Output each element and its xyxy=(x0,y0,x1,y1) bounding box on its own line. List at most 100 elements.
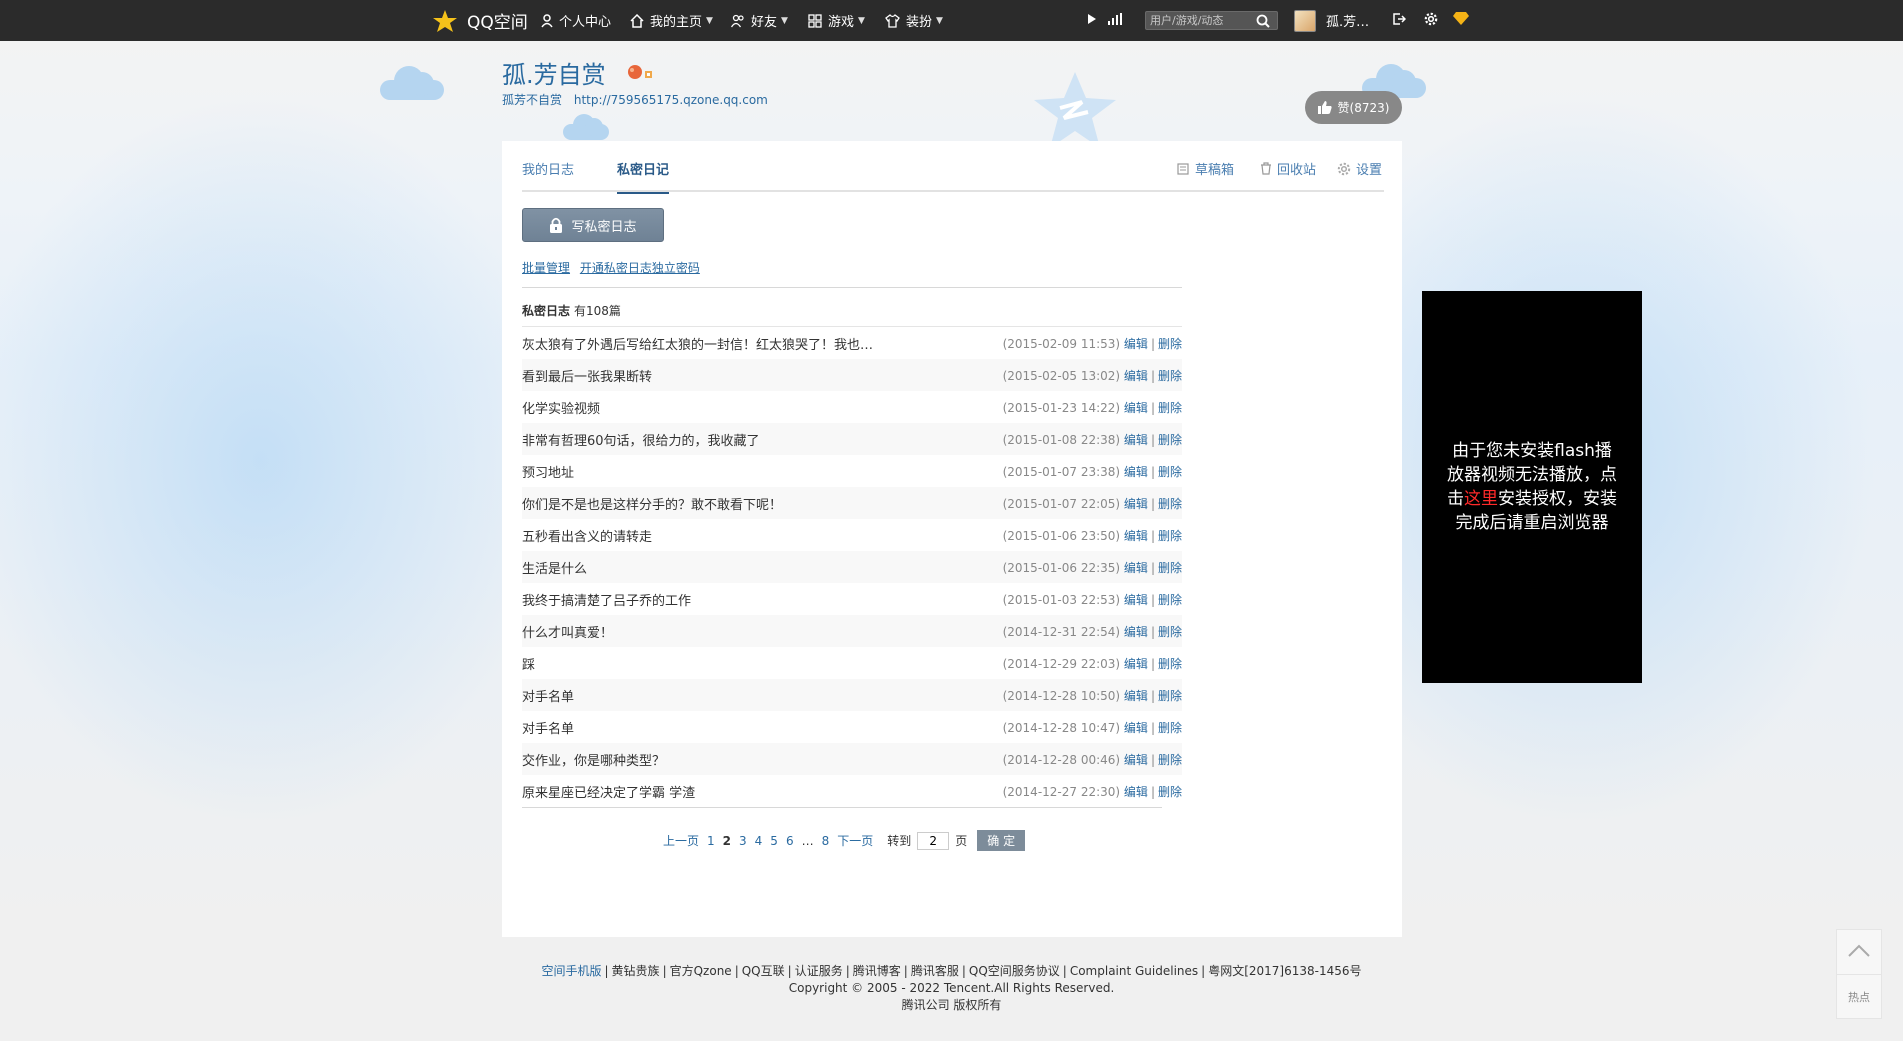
diary-entry-title[interactable]: 我终于搞清楚了吕子乔的工作 xyxy=(522,590,691,609)
drafts-link[interactable]: 草稿箱 xyxy=(1177,159,1234,178)
batch-manage-link[interactable]: 批量管理 xyxy=(522,261,570,275)
page-link[interactable]: 6 xyxy=(786,834,794,848)
edit-link[interactable]: 编辑 xyxy=(1124,529,1148,543)
tab-my-blog[interactable]: 我的日志 xyxy=(522,159,574,192)
delete-link[interactable]: 删除 xyxy=(1158,561,1182,575)
site-url-link[interactable]: http://759565175.qzone.qq.com xyxy=(574,93,768,107)
edit-link[interactable]: 编辑 xyxy=(1124,465,1148,479)
user-icon xyxy=(541,13,553,28)
delete-link[interactable]: 删除 xyxy=(1158,401,1182,415)
recycle-bin-link[interactable]: 回收站 xyxy=(1260,159,1316,178)
write-private-diary-button[interactable]: 写私密日志 xyxy=(522,208,664,242)
prev-page-link[interactable]: 上一页 xyxy=(663,832,699,849)
nav-my-homepage[interactable]: 我的主页 ▼ xyxy=(630,0,713,41)
qzone-logo[interactable]: QQ空间 xyxy=(433,0,528,41)
page-number-input[interactable] xyxy=(917,831,950,850)
delete-link[interactable]: 删除 xyxy=(1158,785,1182,799)
vip-diamond-button[interactable] xyxy=(1453,0,1469,41)
footer-link[interactable]: 粤网文[2017]6138-1456号 xyxy=(1208,964,1361,978)
page-link[interactable]: 4 xyxy=(755,834,763,848)
last-page-link[interactable]: 8 xyxy=(822,834,830,848)
settings-button[interactable] xyxy=(1424,0,1438,41)
settings-link[interactable]: 设置 xyxy=(1337,159,1382,178)
goto-confirm-button[interactable]: 确 定 xyxy=(977,830,1026,851)
diary-entry-title[interactable]: 什么才叫真爱！ xyxy=(522,622,613,641)
install-flash-link[interactable]: 这里 xyxy=(1464,489,1498,509)
edit-link[interactable]: 编辑 xyxy=(1124,625,1148,639)
separator: | xyxy=(1150,656,1155,671)
diary-entry-title[interactable]: 生活是什么 xyxy=(522,558,587,577)
footer-link[interactable]: 官方Qzone xyxy=(670,964,732,978)
search-input[interactable] xyxy=(1146,14,1256,27)
edit-link[interactable]: 编辑 xyxy=(1124,753,1148,767)
diary-entry-title[interactable]: 五秒看出含义的请转走 xyxy=(522,526,652,545)
diary-entry-title[interactable]: 踩 xyxy=(522,654,535,673)
delete-link[interactable]: 删除 xyxy=(1158,593,1182,607)
delete-link[interactable]: 删除 xyxy=(1158,625,1182,639)
separator: | xyxy=(734,964,739,978)
delete-link[interactable]: 删除 xyxy=(1158,369,1182,383)
page-link[interactable]: 5 xyxy=(770,834,778,848)
play-button[interactable] xyxy=(1087,0,1097,41)
delete-link[interactable]: 删除 xyxy=(1158,529,1182,543)
footer-links: 空间手机版 | 黄钻贵族 | 官方Qzone | QQ互联 | 认证服务 | 腾讯博客 | 腾讯客服 | Q… xyxy=(0,963,1903,980)
delete-link[interactable]: 删除 xyxy=(1158,465,1182,479)
edit-link[interactable]: 编辑 xyxy=(1124,657,1148,671)
hot-topics-button[interactable]: 热点 xyxy=(1837,975,1881,1019)
diary-entry-title[interactable]: 交作业，你是哪种类型？ xyxy=(522,750,665,769)
gear-icon xyxy=(1337,162,1351,176)
logout-button[interactable] xyxy=(1392,0,1407,41)
page-link[interactable]: 3 xyxy=(739,834,747,848)
signal-button[interactable] xyxy=(1108,0,1122,41)
footer-link[interactable]: 黄钻贵族 xyxy=(612,964,660,978)
enable-password-link[interactable]: 开通私密日志独立密码 xyxy=(580,261,700,275)
user-menu[interactable]: 孤.芳… xyxy=(1294,0,1369,41)
next-page-link[interactable]: 下一页 xyxy=(837,832,873,849)
edit-link[interactable]: 编辑 xyxy=(1124,401,1148,415)
edit-link[interactable]: 编辑 xyxy=(1124,337,1148,351)
diary-entry-title[interactable]: 看到最后一张我果断转 xyxy=(522,366,652,385)
edit-link[interactable]: 编辑 xyxy=(1124,721,1148,735)
delete-link[interactable]: 删除 xyxy=(1158,753,1182,767)
footer-link[interactable]: 空间手机版 xyxy=(541,964,601,978)
gear-icon xyxy=(1424,12,1438,30)
footer-link[interactable]: QQ互联 xyxy=(742,964,785,978)
footer-link[interactable]: 腾讯客服 xyxy=(911,964,959,978)
edit-link[interactable]: 编辑 xyxy=(1124,593,1148,607)
nav-dressup[interactable]: 装扮 ▼ xyxy=(885,0,943,41)
tab-private-diary[interactable]: 私密日记 xyxy=(617,159,670,194)
edit-link[interactable]: 编辑 xyxy=(1124,497,1148,511)
search-icon[interactable] xyxy=(1256,14,1270,28)
footer-link[interactable]: QQ空间服务协议 xyxy=(969,964,1060,978)
nav-personal-center[interactable]: 个人中心 xyxy=(541,0,611,41)
footer-link[interactable]: 认证服务 xyxy=(795,964,843,978)
lock-icon xyxy=(549,217,563,233)
diary-entry-title[interactable]: 你们是不是也是这样分手的？敢不敢看下呢！ xyxy=(522,494,782,513)
diary-entry-title[interactable]: 非常有哲理60句话，很给力的，我收藏了 xyxy=(522,430,760,449)
diary-entry-title[interactable]: 化学实验视频 xyxy=(522,398,600,417)
diary-entry-meta: (2015-02-09 11:53) 编辑 | 删除 xyxy=(1003,335,1182,352)
diary-entry-title[interactable]: 预习地址 xyxy=(522,462,574,481)
like-button[interactable]: 赞(8723) xyxy=(1305,91,1402,124)
delete-link[interactable]: 删除 xyxy=(1158,433,1182,447)
diary-entry-title[interactable]: 灰太狼有了外遇后写给红太狼的一封信！红太狼哭了！我也… xyxy=(522,334,873,353)
edit-link[interactable]: 编辑 xyxy=(1124,689,1148,703)
footer-link[interactable]: 腾讯博客 xyxy=(853,964,901,978)
delete-link[interactable]: 删除 xyxy=(1158,657,1182,671)
diary-entry-title[interactable]: 对手名单 xyxy=(522,718,574,737)
nav-friends[interactable]: 好友 ▼ xyxy=(731,0,788,41)
nav-games[interactable]: 游戏 ▼ xyxy=(808,0,865,41)
page-link[interactable]: 1 xyxy=(707,834,715,848)
footer-link[interactable]: Complaint Guidelines xyxy=(1070,964,1198,978)
edit-link[interactable]: 编辑 xyxy=(1124,433,1148,447)
edit-link[interactable]: 编辑 xyxy=(1124,561,1148,575)
delete-link[interactable]: 删除 xyxy=(1158,721,1182,735)
delete-link[interactable]: 删除 xyxy=(1158,337,1182,351)
edit-link[interactable]: 编辑 xyxy=(1124,369,1148,383)
delete-link[interactable]: 删除 xyxy=(1158,689,1182,703)
back-to-top-button[interactable] xyxy=(1837,930,1881,975)
diary-entry-title[interactable]: 对手名单 xyxy=(522,686,574,705)
edit-link[interactable]: 编辑 xyxy=(1124,785,1148,799)
delete-link[interactable]: 删除 xyxy=(1158,497,1182,511)
diary-entry-title[interactable]: 原来星座已经决定了学霸 学渣 xyxy=(522,782,695,801)
